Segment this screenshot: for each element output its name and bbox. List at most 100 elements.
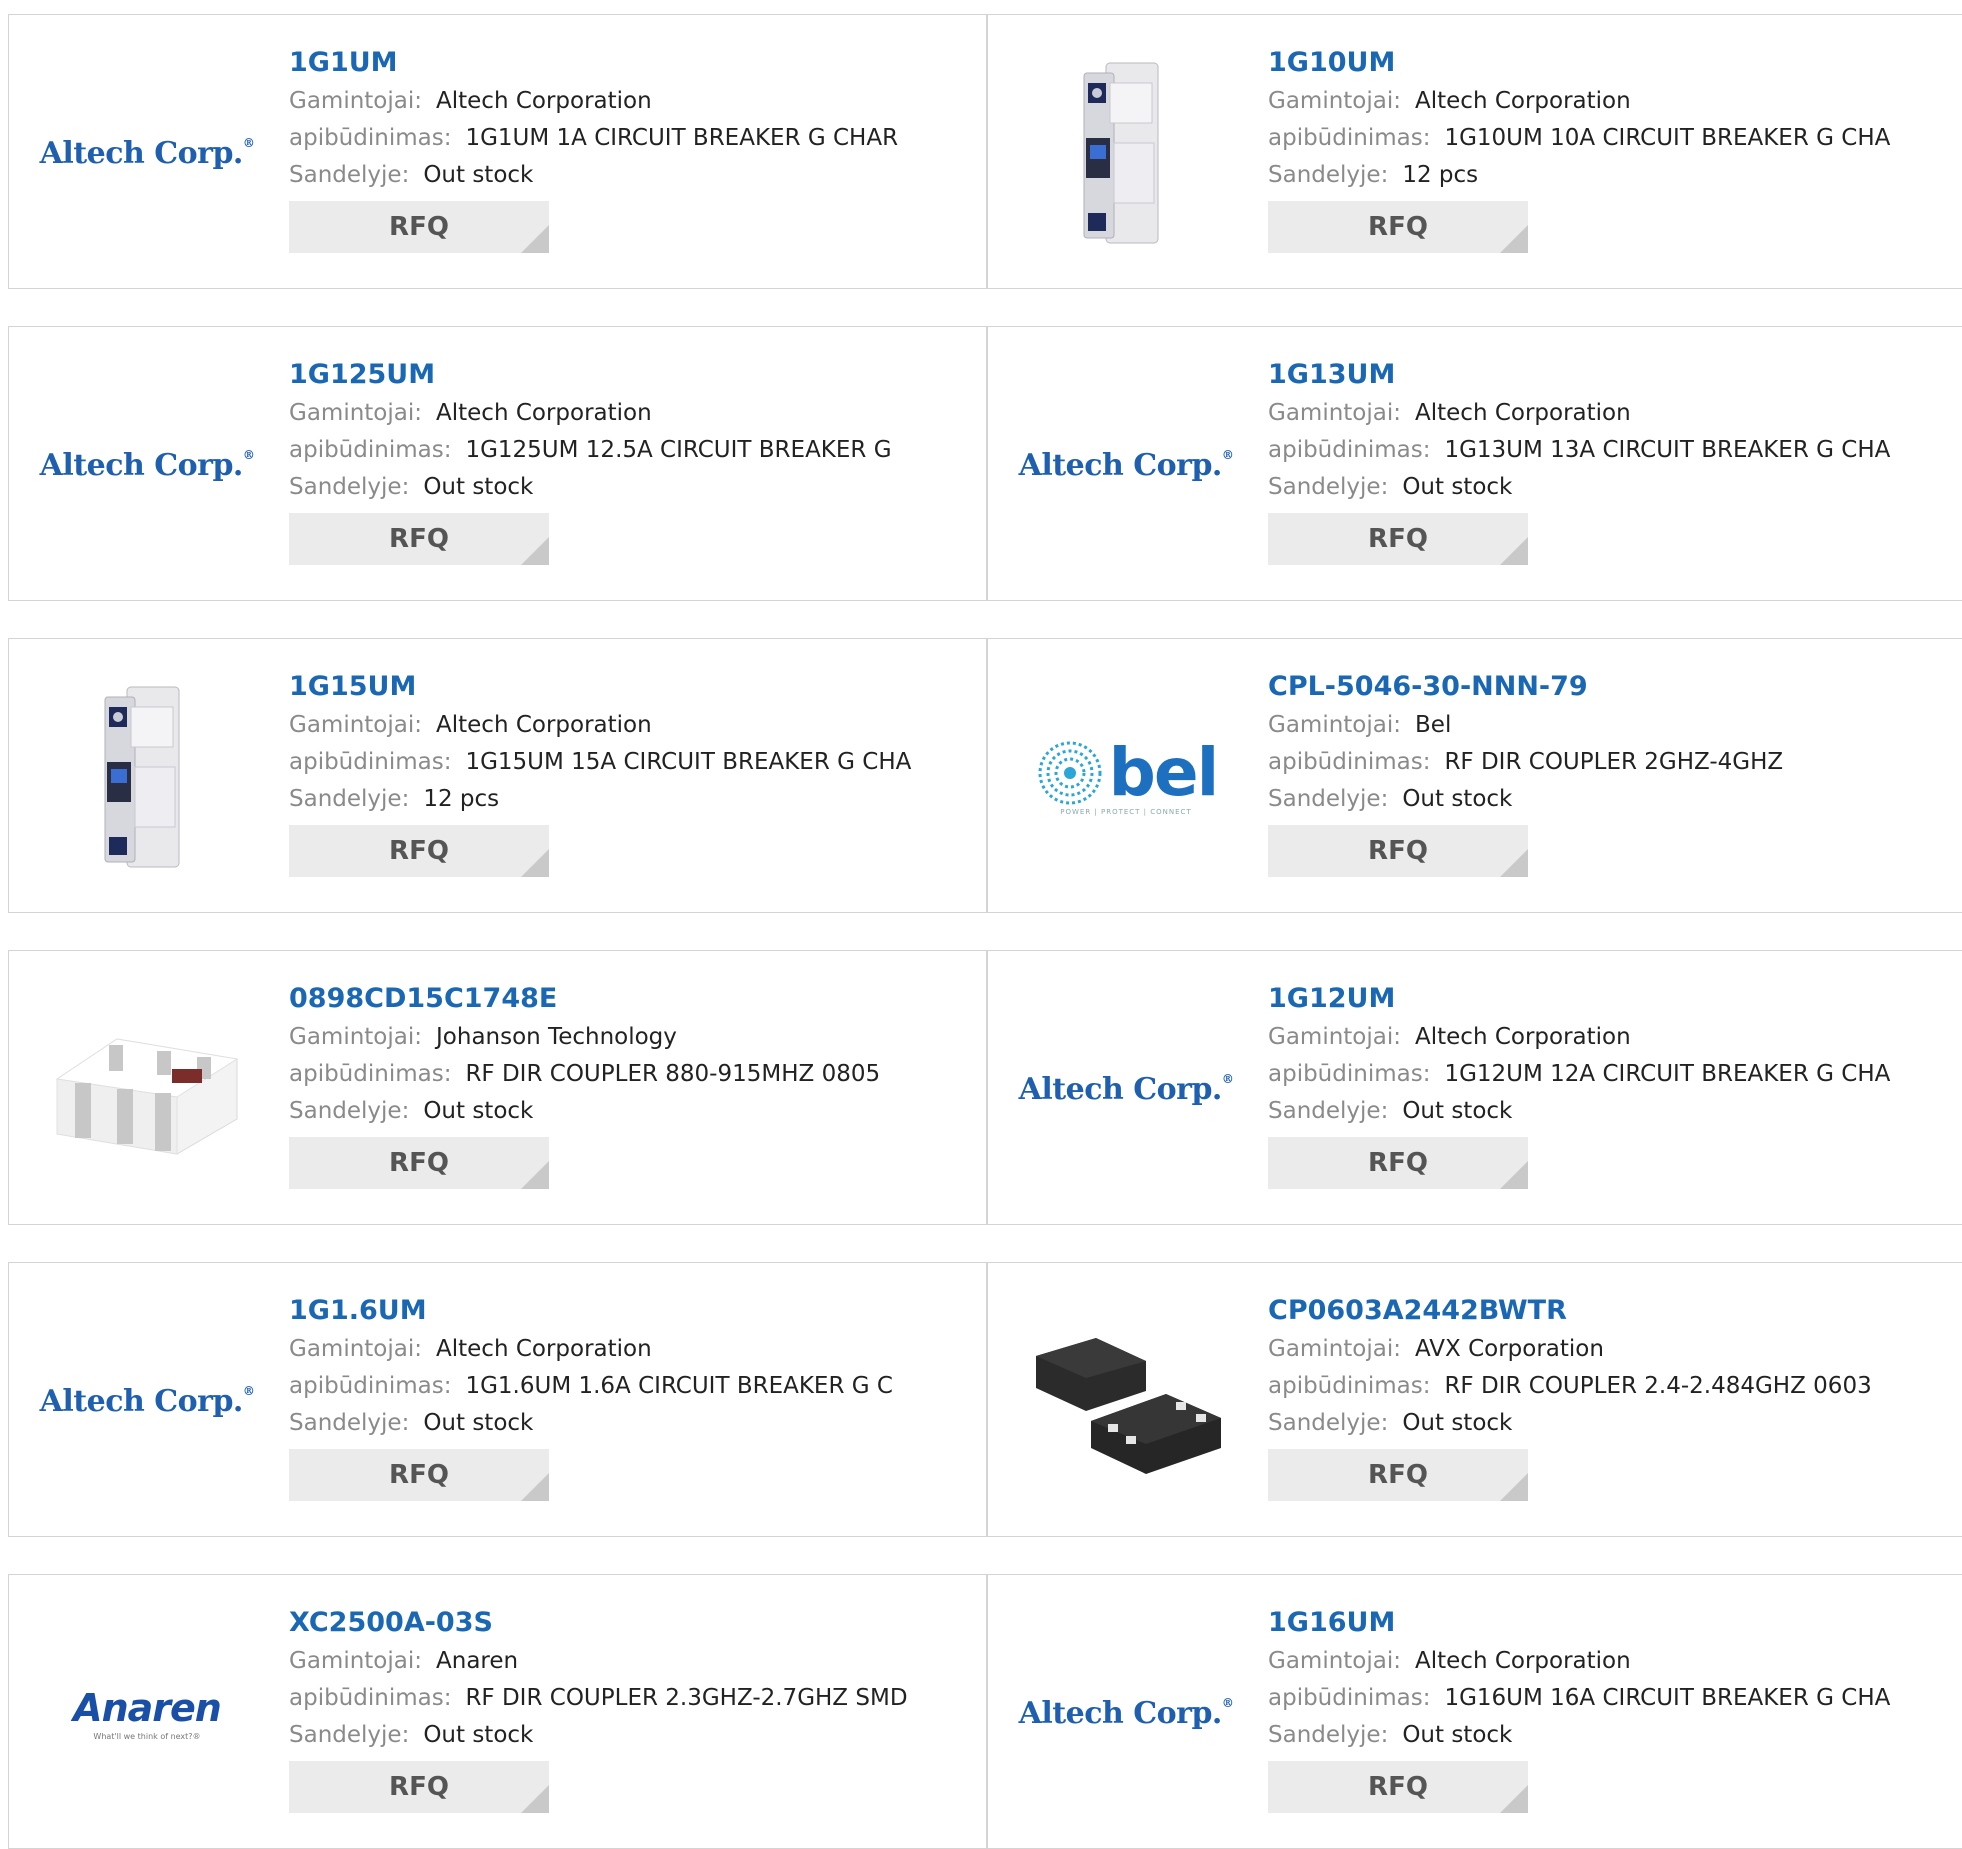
description-value: 1G16UM 16A CIRCUIT BREAKER G CHA (1444, 1685, 1891, 1711)
product-card: CP0603A2442BWTR Gamintojai: AVX Corporatio… (987, 1262, 1962, 1537)
product-image[interactable] (47, 989, 247, 1189)
description-row: apibūdinimas: 1G15UM 15A CIRCUIT BREAKER … (289, 744, 976, 781)
description-label: apibūdinimas: (1268, 125, 1431, 151)
description-value: RF DIR COUPLER 2.3GHZ-2.7GHZ SMD (465, 1685, 908, 1711)
product-image[interactable]: Altech Corp.® (1019, 1613, 1234, 1813)
stock-value: Out stock (423, 1722, 534, 1748)
rfq-button[interactable]: RFQ (289, 201, 549, 253)
product-image[interactable] (1026, 1301, 1226, 1501)
product-image[interactable] (1026, 53, 1226, 253)
description-value: 1G10UM 10A CIRCUIT BREAKER G CHA (1444, 125, 1891, 151)
product-image[interactable] (47, 677, 247, 877)
product-info: CP0603A2442BWTR Gamintojai: AVX Corporatio… (1268, 1291, 1955, 1501)
description-label: apibūdinimas: (289, 1061, 452, 1087)
part-number-link[interactable]: 1G13UM (1268, 355, 1955, 395)
rfq-button[interactable]: RFQ (1268, 513, 1528, 565)
part-number-link[interactable]: 1G125UM (289, 355, 976, 395)
rfq-button[interactable]: RFQ (1268, 1137, 1528, 1189)
rfq-corner-decoration (1500, 1785, 1528, 1813)
part-number-link[interactable]: CPL-5046-30-NNN-79 (1268, 667, 1955, 707)
product-image[interactable]: Altech Corp.® (40, 365, 255, 565)
rfq-button[interactable]: RFQ (289, 1449, 549, 1501)
product-card: Altech Corp.® 1G1UM Gamintojai: Altech Cor… (8, 14, 987, 289)
description-value: 1G13UM 13A CIRCUIT BREAKER G CHA (1444, 437, 1891, 463)
manufacturer-label: Gamintojai: (289, 1648, 423, 1674)
manufacturer-value: Altech Corporation (1415, 1648, 1631, 1674)
description-label: apibūdinimas: (1268, 1373, 1431, 1399)
stock-row: Sandelyje: Out stock (289, 157, 976, 194)
stock-row: Sandelyje: Out stock (289, 1717, 976, 1754)
manufacturer-value: Altech Corporation (1415, 1024, 1631, 1050)
stock-value: Out stock (1402, 786, 1513, 812)
stock-label: Sandelyje: (1268, 1410, 1389, 1436)
altech-corp-logo: Altech Corp.® (1018, 447, 1234, 483)
part-number-link[interactable]: 0898CD15C1748E (289, 979, 976, 1019)
product-image[interactable]: Anaren What'll we think of next?® (47, 1613, 247, 1813)
manufacturer-label: Gamintojai: (1268, 712, 1402, 738)
stock-label: Sandelyje: (289, 474, 410, 500)
circuit-breaker-image (1083, 62, 1159, 244)
manufacturer-value: Anaren (436, 1648, 519, 1674)
rfq-button[interactable]: RFQ (289, 1137, 549, 1189)
rfq-corner-decoration (1500, 849, 1528, 877)
part-number-link[interactable]: 1G12UM (1268, 979, 1955, 1019)
rfq-button[interactable]: RFQ (1268, 201, 1528, 253)
product-info: 1G13UM Gamintojai: Altech Corporation apibū… (1268, 355, 1955, 565)
part-number-link[interactable]: CP0603A2442BWTR (1268, 1291, 1955, 1331)
rfq-corner-decoration (521, 1161, 549, 1189)
description-value: 1G12UM 12A CIRCUIT BREAKER G CHA (1444, 1061, 1891, 1087)
manufacturer-row: Gamintojai: Altech Corporation (1268, 395, 1955, 432)
product-image[interactable]: Altech Corp.® (40, 53, 255, 253)
manufacturer-value: Altech Corporation (1415, 400, 1631, 426)
product-image[interactable]: Altech Corp.® (40, 1301, 255, 1501)
description-row: apibūdinimas: 1G12UM 12A CIRCUIT BREAKER … (1268, 1056, 1955, 1093)
rfq-button[interactable]: RFQ (289, 1761, 549, 1813)
description-label: apibūdinimas: (1268, 749, 1431, 775)
rfq-corner-decoration (521, 225, 549, 253)
product-card: 1G10UM Gamintojai: Altech Corporation apibū… (987, 14, 1962, 289)
part-number-link[interactable]: XC2500A-03S (289, 1603, 976, 1643)
manufacturer-label: Gamintojai: (289, 1336, 423, 1362)
bel-logo: bel POWER | PROTECT | CONNECT (1035, 738, 1219, 816)
rfq-label: RFQ (389, 1772, 449, 1802)
part-number-link[interactable]: 1G16UM (1268, 1603, 1955, 1643)
part-number-link[interactable]: 1G1.6UM (289, 1291, 976, 1331)
product-info: 1G1.6UM Gamintojai: Altech Corporation apib… (289, 1291, 976, 1501)
stock-label: Sandelyje: (1268, 1098, 1389, 1124)
rfq-button[interactable]: RFQ (1268, 1761, 1528, 1813)
manufacturer-label: Gamintojai: (1268, 1336, 1402, 1362)
manufacturer-row: Gamintojai: Johanson Technology (289, 1019, 976, 1056)
product-image[interactable]: Altech Corp.® (1019, 365, 1234, 565)
rfq-corner-decoration (1500, 1161, 1528, 1189)
part-number-link[interactable]: 1G1UM (289, 43, 976, 83)
stock-row: Sandelyje: Out stock (289, 1093, 976, 1130)
stock-row: Sandelyje: Out stock (1268, 469, 1955, 506)
stock-label: Sandelyje: (289, 786, 410, 812)
stock-value: Out stock (423, 474, 534, 500)
stock-label: Sandelyje: (289, 1098, 410, 1124)
rfq-button[interactable]: RFQ (1268, 825, 1528, 877)
manufacturer-value: Altech Corporation (436, 88, 652, 114)
bel-globe-icon (1038, 741, 1102, 805)
manufacturer-label: Gamintojai: (1268, 88, 1402, 114)
rfq-corner-decoration (521, 1473, 549, 1501)
description-label: apibūdinimas: (289, 749, 452, 775)
stock-value: Out stock (423, 162, 534, 188)
description-label: apibūdinimas: (289, 125, 452, 151)
description-label: apibūdinimas: (289, 437, 452, 463)
manufacturer-label: Gamintojai: (289, 400, 423, 426)
rfq-button[interactable]: RFQ (1268, 1449, 1528, 1501)
stock-label: Sandelyje: (1268, 474, 1389, 500)
altech-corp-logo: Altech Corp.® (39, 135, 255, 171)
part-number-link[interactable]: 1G10UM (1268, 43, 1955, 83)
product-image[interactable]: bel POWER | PROTECT | CONNECT (1026, 677, 1226, 877)
part-number-link[interactable]: 1G15UM (289, 667, 976, 707)
rfq-label: RFQ (389, 1460, 449, 1490)
manufacturer-row: Gamintojai: Altech Corporation (289, 83, 976, 120)
description-label: apibūdinimas: (289, 1373, 452, 1399)
product-image[interactable]: Altech Corp.® (1019, 989, 1234, 1189)
manufacturer-label: Gamintojai: (289, 1024, 423, 1050)
rfq-button[interactable]: RFQ (289, 513, 549, 565)
rfq-button[interactable]: RFQ (289, 825, 549, 877)
rfq-label: RFQ (1368, 1772, 1428, 1802)
